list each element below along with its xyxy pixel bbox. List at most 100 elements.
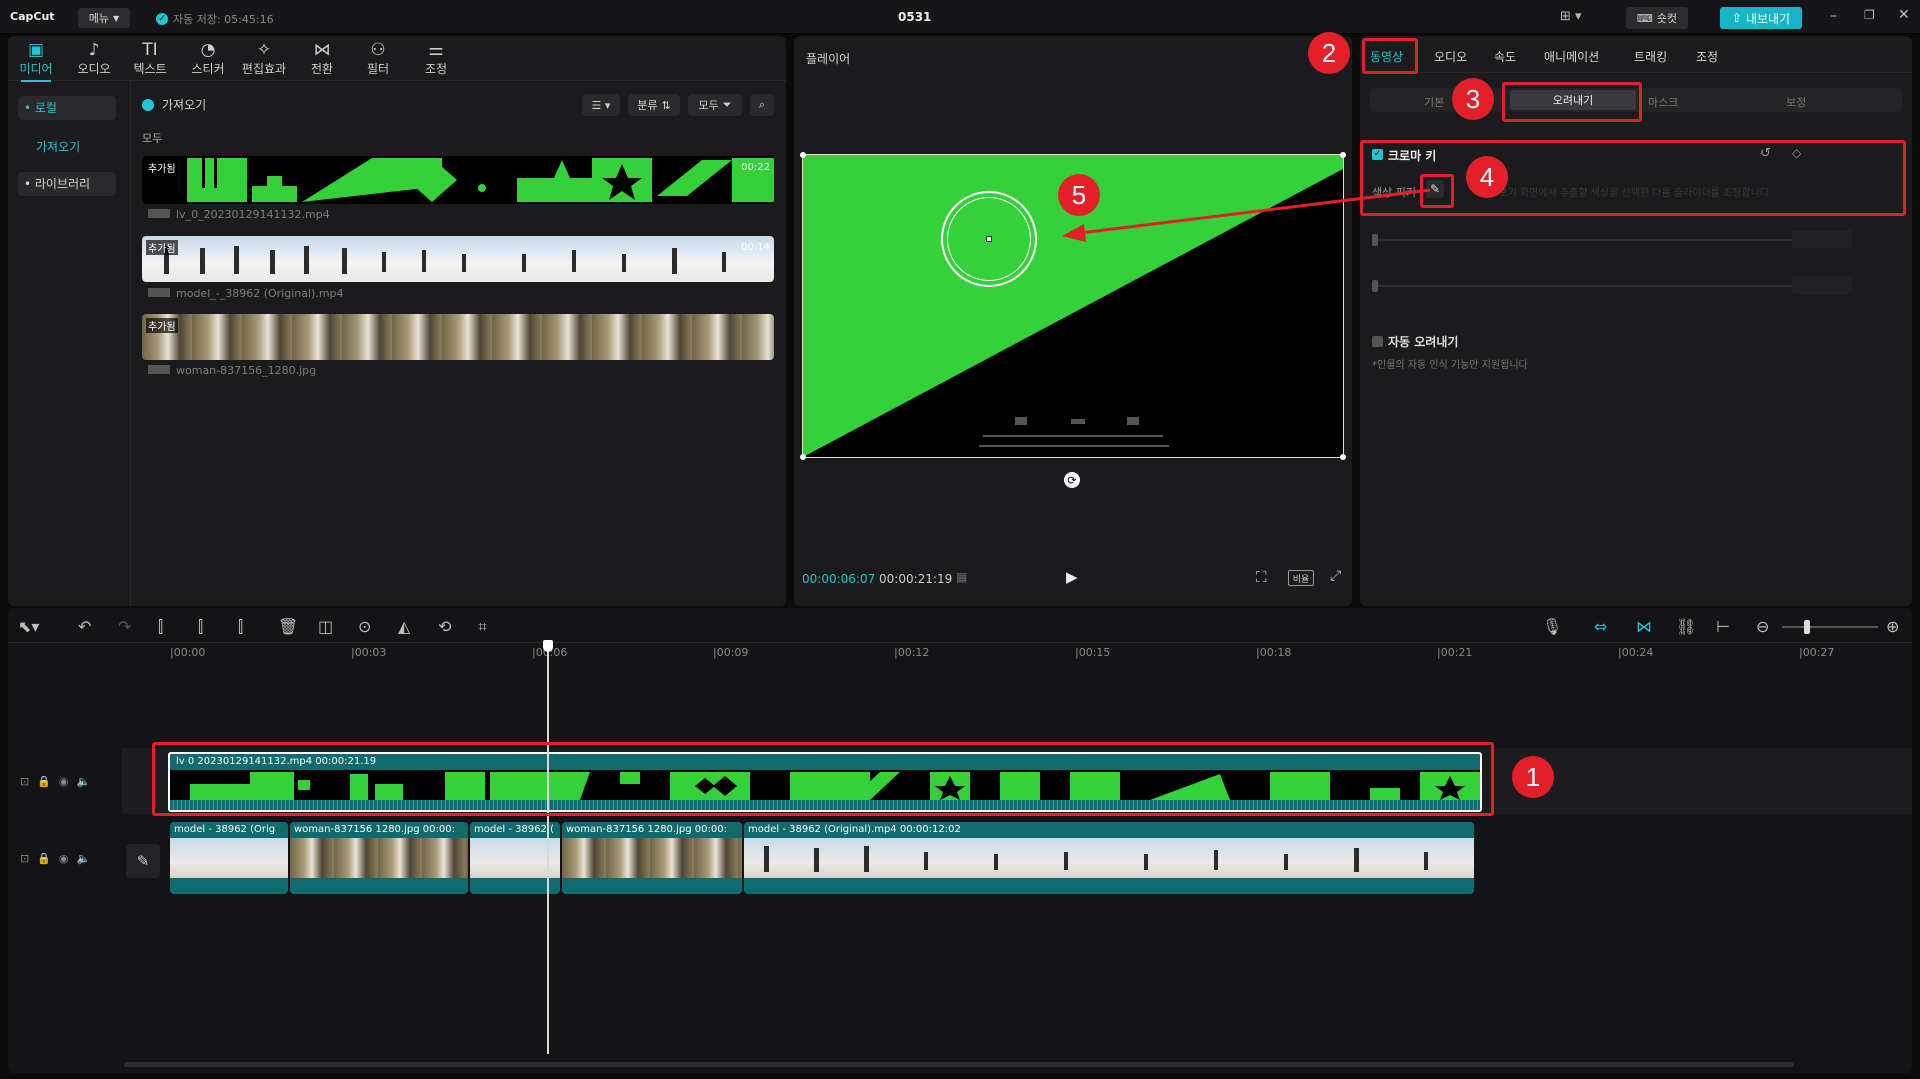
rotate-icon[interactable]: ⟳	[1064, 472, 1080, 488]
corner-handle[interactable]	[800, 454, 806, 460]
speaker-icon[interactable]: 🔈	[77, 775, 99, 788]
subtab-mask[interactable]: 마스크	[1648, 94, 1678, 110]
tool-effects[interactable]: ✧ 편집효과	[236, 40, 292, 77]
speaker-icon[interactable]: 🔈	[77, 852, 99, 865]
split-left-icon[interactable]: ⫿	[198, 617, 203, 637]
main-track-magnet-icon[interactable]: ⇔	[1594, 617, 1607, 636]
media-filename: model_-_38962 (Original).mp4	[148, 287, 344, 300]
cover-icon[interactable]: ⊡	[20, 852, 37, 865]
layout-icon[interactable]: ⊞ ▾	[1560, 9, 1582, 24]
track-controls-sub: ⊡🔒◉🔈	[20, 852, 98, 865]
media-item[interactable]: 추가됨 00:14	[142, 236, 774, 282]
reverse-icon[interactable]: ⊙	[358, 617, 371, 636]
media-filename: woman-837156_1280.jpg	[148, 364, 316, 377]
export-button[interactable]: ⇧ 내보내기	[1720, 7, 1802, 29]
sub-clip[interactable]: woman-837156 1280.jpg 00:00:	[562, 822, 742, 894]
import-button[interactable]: 가져오기	[142, 96, 206, 113]
tool-sticker[interactable]: ◔ 스티커	[180, 40, 236, 77]
shortcut-button[interactable]: ⌨ 숏컷	[1626, 7, 1688, 29]
subtab-enhance[interactable]: 보정	[1786, 94, 1806, 110]
preview-axis-icon[interactable]: ⊢	[1716, 617, 1730, 636]
corner-handle[interactable]	[1340, 454, 1346, 460]
auto-snap-icon[interactable]: ⋈	[1636, 617, 1652, 636]
filter-button[interactable]: 모두 ⏷	[688, 94, 742, 116]
zoom-knob[interactable]	[1804, 620, 1810, 634]
tab-audio[interactable]: 오디오	[1434, 48, 1467, 65]
corner-handle[interactable]	[1340, 152, 1346, 158]
shadow-slider[interactable]	[1372, 280, 1792, 292]
export-label: 내보내기	[1745, 11, 1791, 26]
clip-icon	[148, 209, 170, 218]
search-icon: ⌕	[758, 98, 766, 111]
media-item[interactable]: 추가됨	[142, 314, 774, 360]
microphone-icon[interactable]: 🎙	[1542, 617, 1562, 636]
close-icon[interactable]: ✕	[1898, 7, 1910, 23]
fullscreen-icon[interactable]: ⤢	[1330, 568, 1341, 584]
split-icon[interactable]: ⫿	[158, 617, 163, 637]
lock-icon[interactable]: 🔒	[37, 775, 59, 788]
ruler-tick: |00:18	[1256, 646, 1292, 659]
select-tool-icon[interactable]: ⬉▾	[18, 617, 39, 636]
sidebar-item-library[interactable]: • 라이브러리	[18, 172, 116, 196]
fit-screen-icon[interactable]: ⛶	[1256, 568, 1267, 586]
restore-icon[interactable]: ❐	[1864, 8, 1875, 22]
search-button[interactable]: ⌕	[750, 94, 774, 116]
freeze-icon[interactable]: ◫	[318, 617, 333, 636]
sub-clip-thumbnails	[170, 838, 288, 878]
cover-edit-button[interactable]: ✎	[126, 844, 160, 878]
tool-filter[interactable]: ⚇ 필터	[350, 40, 406, 77]
tab-adjust[interactable]: 조정	[1696, 48, 1718, 65]
sub-clip[interactable]: model - 38962 (Original).mp4 00:00:12:02	[744, 822, 1474, 894]
eye-icon[interactable]: ◉	[59, 775, 77, 788]
sub-clip[interactable]: woman-837156 1280.jpg 00:00:	[290, 822, 468, 894]
auto-cutout-checkbox[interactable]	[1372, 336, 1383, 347]
ratio-button[interactable]: 비율	[1288, 570, 1314, 586]
mirror-icon[interactable]: ◭	[398, 617, 410, 636]
tab-speed[interactable]: 속도	[1494, 48, 1516, 65]
undo-icon[interactable]: ↶	[78, 617, 91, 636]
slider-knob[interactable]	[1372, 280, 1378, 292]
link-icon[interactable]: ⛓	[1676, 617, 1696, 636]
rotate-clip-icon[interactable]: ⟲	[438, 617, 451, 636]
shadow-value-box[interactable]	[1792, 276, 1852, 294]
menu-button[interactable]: 메뉴 ▼	[78, 8, 130, 28]
tab-divider	[1360, 72, 1912, 73]
playhead[interactable]	[543, 640, 553, 1054]
zoom-slider[interactable]	[1782, 620, 1878, 634]
tool-audio[interactable]: ♪ 오디오	[66, 40, 122, 77]
eye-icon[interactable]: ◉	[59, 852, 77, 865]
delete-icon[interactable]: 🗑	[278, 617, 298, 636]
playhead-handle[interactable]	[543, 640, 553, 652]
play-icon[interactable]: ▶	[1066, 568, 1078, 586]
timecode-format-icon[interactable]: ▦	[956, 570, 967, 584]
redo-icon[interactable]: ↷	[118, 617, 131, 636]
zoom-out-icon[interactable]: ⊖	[1756, 617, 1769, 636]
cover-icon[interactable]: ⊡	[20, 775, 37, 788]
media-item[interactable]: 추가됨 00:22	[142, 156, 774, 204]
import-label: 가져오기	[162, 98, 207, 112]
intensity-value-box[interactable]	[1792, 230, 1852, 248]
tab-tracking[interactable]: 트래킹	[1634, 48, 1667, 65]
intensity-slider[interactable]	[1372, 234, 1792, 246]
subtab-basic[interactable]: 기본	[1424, 94, 1444, 110]
minimize-icon[interactable]: –	[1830, 8, 1837, 24]
sort-button[interactable]: 분류 ⇅	[628, 94, 680, 116]
sub-clip[interactable]: model - 38962 (Orig	[170, 822, 288, 894]
tool-text[interactable]: TI 텍스트	[122, 40, 178, 77]
corner-handle[interactable]	[800, 152, 806, 158]
crop-icon[interactable]: ⌗	[478, 617, 487, 637]
sidebar-item-local[interactable]: • 로컬	[18, 96, 116, 120]
split-right-icon[interactable]: ⫿	[238, 617, 243, 637]
tab-animation[interactable]: 애니메이션	[1544, 48, 1599, 65]
lock-icon[interactable]: 🔒	[37, 852, 59, 865]
tool-adjust[interactable]: ⚌ 조정	[408, 40, 464, 77]
slider-knob[interactable]	[1372, 234, 1378, 246]
tool-transition[interactable]: ⋈ 전환	[294, 40, 350, 77]
color-picker-target[interactable]	[941, 191, 1037, 287]
tool-media[interactable]: ▣ 미디어	[8, 40, 64, 82]
picker-center	[986, 236, 992, 242]
view-toggle[interactable]: ☰ ▾	[582, 94, 620, 116]
sidebar-item-import[interactable]: 가져오기	[36, 138, 80, 155]
timeline-scrollbar[interactable]	[124, 1062, 1794, 1067]
zoom-in-icon[interactable]: ⊕	[1886, 617, 1899, 636]
